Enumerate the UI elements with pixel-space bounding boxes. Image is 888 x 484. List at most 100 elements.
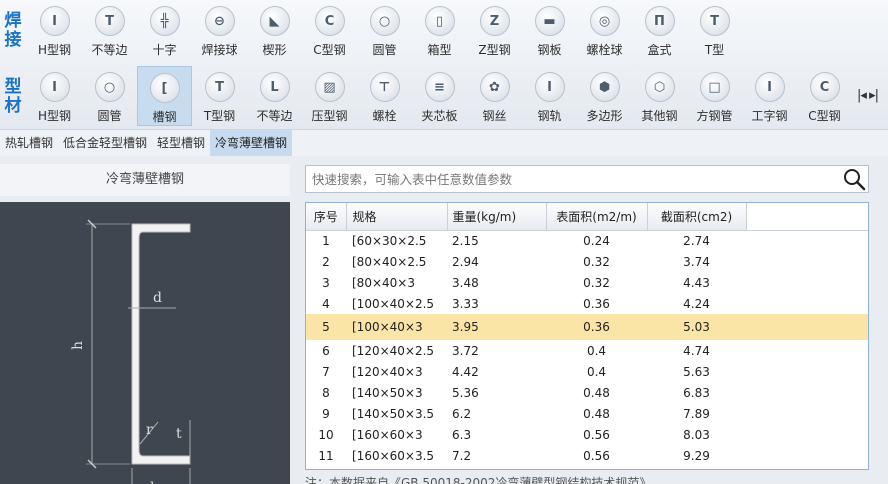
- welded-section-item-9[interactable]: ▬ 钢板: [522, 0, 577, 60]
- welded-section-item-5[interactable]: C C型钢: [302, 0, 357, 60]
- search-input[interactable]: [306, 166, 826, 192]
- table-row[interactable]: 2 [80×40×2.5 2.94 0.32 3.74: [306, 251, 868, 272]
- welded-section-item-11[interactable]: Π 盒式: [632, 0, 687, 60]
- welded-section-item-3[interactable]: ⊖ 焊接球: [192, 0, 247, 60]
- table-row[interactable]: 7 [120×40×3 4.42 0.4 5.63: [306, 361, 868, 382]
- column-header[interactable]: 截面积(cm2): [647, 203, 747, 231]
- table-cell: 6: [322, 343, 330, 358]
- table-cell: [160×60×3.5: [352, 448, 435, 463]
- profile-section-item-9[interactable]: I 钢轨: [522, 66, 577, 126]
- width-label: b: [150, 480, 159, 484]
- subcategory-tabs: 热轧槽钢 低合金轻型槽钢 轻型槽钢 冷弯薄壁槽钢: [0, 130, 888, 156]
- table-row[interactable]: 9 [140×50×3.5 6.2 0.48 7.89: [306, 403, 868, 424]
- welded-section-item-0[interactable]: I H型钢: [27, 0, 82, 60]
- table-row[interactable]: 10 [160×60×3 6.3 0.56 8.03: [306, 424, 868, 445]
- icon-label: 工字钢: [751, 109, 788, 123]
- table-cell: 4.42: [452, 364, 479, 379]
- table-row[interactable]: 3 [80×40×3 3.48 0.32 4.43: [306, 272, 868, 293]
- icon-glyph: ▬: [543, 13, 556, 29]
- subtab-2[interactable]: 轻型槽钢: [152, 130, 210, 156]
- icon-glyph: ⊤: [378, 79, 391, 95]
- icon-glyph: Z: [489, 13, 500, 29]
- box-shape-icon: Π: [644, 6, 675, 36]
- icon-label: 钢板: [537, 43, 562, 57]
- table-cell: 0.48: [583, 406, 610, 421]
- profile-section-item-11[interactable]: ⬡ 其他钢: [632, 66, 687, 126]
- column-header[interactable]: 重量(kg/m): [447, 203, 547, 231]
- table-row[interactable]: 11 [160×60×3.5 7.2 0.56 9.29: [306, 445, 868, 466]
- welded-section-item-8[interactable]: Z Z型钢: [467, 0, 522, 60]
- welded-section-item-2[interactable]: ╬ 十字: [137, 0, 192, 60]
- round-tube-icon: ○: [369, 6, 400, 36]
- table-cell: 2.94: [452, 254, 479, 269]
- table-cell: 2.15: [452, 233, 479, 248]
- row-filler: [746, 445, 868, 466]
- welded-section-item-1[interactable]: T 不等边: [82, 0, 137, 60]
- profile-section-item-10[interactable]: ⬢ 多边形: [577, 66, 632, 126]
- icon-label: 方钢管: [696, 109, 733, 123]
- icon-glyph: [: [161, 80, 168, 96]
- welded-section-item-10[interactable]: ◎ 螺栓球: [577, 0, 632, 60]
- toolbar-scroll-arrows[interactable]: |◂ ▸|: [857, 88, 879, 103]
- row-filler: [746, 230, 868, 251]
- profile-section-item-2[interactable]: [槽钢: [137, 66, 192, 126]
- header-filler: [746, 203, 868, 231]
- welded-section-item-4[interactable]: ◣ 楔形: [247, 0, 302, 60]
- welded-section-item-6[interactable]: ○ 圆管: [357, 0, 412, 60]
- subtab-0[interactable]: 热轧槽钢: [0, 130, 58, 156]
- profile-section-item-7[interactable]: ≡ 夹芯板: [412, 66, 467, 126]
- table-cell: [160×60×3: [352, 427, 423, 442]
- table-row[interactable]: 8 [140×50×3 5.36 0.48 6.83: [306, 382, 868, 403]
- profile-section-item-5[interactable]: ▨ 压型钢: [302, 66, 357, 126]
- table-row[interactable]: 6 [120×40×2.5 3.72 0.4 4.74: [306, 340, 868, 361]
- table-cell: 8: [322, 385, 330, 400]
- table-cell: 6.3: [452, 427, 472, 442]
- table-row[interactable]: 5 [100×40×3 3.95 0.36 5.03: [306, 314, 868, 340]
- table-cell: 7: [322, 364, 330, 379]
- height-label: h: [70, 341, 86, 350]
- icon-label: 夹芯板: [421, 109, 458, 123]
- profile-section-item-12[interactable]: □ 方钢管: [687, 66, 742, 126]
- subtab-1[interactable]: 低合金轻型槽钢: [58, 130, 152, 156]
- profile-section-item-0[interactable]: I H型钢: [27, 66, 82, 126]
- table-cell: 9: [322, 406, 330, 421]
- search-icon[interactable]: [842, 167, 866, 191]
- column-header[interactable]: 序号: [306, 203, 347, 231]
- icon-glyph: ⬡: [653, 79, 666, 95]
- group-label-welding: 焊接: [4, 11, 22, 50]
- profile-section-item-4[interactable]: L 不等边: [247, 66, 302, 126]
- section-type-toolbar: 焊接 型材 I H型钢 T 不等边 ╬ 十字 ⊖ 焊接球 ◣ 楔形 C C型钢 ○ 圆管 ▯ 箱型 Z Z型钢 ▬ 钢…: [0, 0, 888, 130]
- icon-label: 不等边: [91, 43, 128, 57]
- bolt-ball-icon: ◎: [589, 6, 620, 36]
- sandwich-panel-icon: ≡: [424, 72, 455, 102]
- subtab-3[interactable]: 冷弯薄壁槽钢: [210, 130, 293, 156]
- data-source-note: 注：本数据来自《GB 50018-2002冷弯薄壁型钢结构技术规范》: [305, 476, 652, 484]
- table-row[interactable]: 4 [100×40×2.5 3.33 0.36 4.24: [306, 293, 868, 314]
- icon-glyph: ✿: [489, 79, 500, 95]
- table-cell: [100×40×2.5: [352, 296, 435, 311]
- profile-section-item-8[interactable]: ✿ 钢丝: [467, 66, 522, 126]
- profile-section-item-6[interactable]: ⊤ 螺栓: [357, 66, 412, 126]
- welded-section-item-12[interactable]: T T型: [687, 0, 742, 60]
- icon-label: Z型钢: [478, 43, 511, 57]
- angle-icon: L: [259, 72, 290, 102]
- table-cell: 0.36: [546, 314, 647, 340]
- column-header[interactable]: 表面积(m2/m): [546, 203, 648, 231]
- search-box: [305, 165, 869, 193]
- table-row[interactable]: 1 [60×30×2.5 2.15 0.24 2.74: [306, 230, 868, 251]
- row-filler: [746, 314, 868, 340]
- icon-glyph: T: [215, 79, 224, 95]
- welded-section-item-7[interactable]: ▯ 箱型: [412, 0, 467, 60]
- profile-section-item-3[interactable]: T T型钢: [192, 66, 247, 126]
- section-title: 冷弯薄壁槽钢: [0, 164, 290, 196]
- column-header[interactable]: 规格: [346, 203, 448, 231]
- round-tube-icon: ○: [94, 72, 125, 102]
- table-cell: [140×50×3.5: [352, 406, 435, 421]
- profile-section-item-1[interactable]: ○ 圆管: [82, 66, 137, 126]
- profile-section-item-14[interactable]: C C型钢: [797, 66, 852, 126]
- t-section-icon: T: [699, 6, 730, 36]
- icon-label: C型钢: [313, 43, 346, 57]
- bolt-icon: ⊤: [369, 72, 400, 102]
- table-cell: 4.74: [683, 343, 710, 358]
- profile-section-item-13[interactable]: I 工字钢: [742, 66, 797, 126]
